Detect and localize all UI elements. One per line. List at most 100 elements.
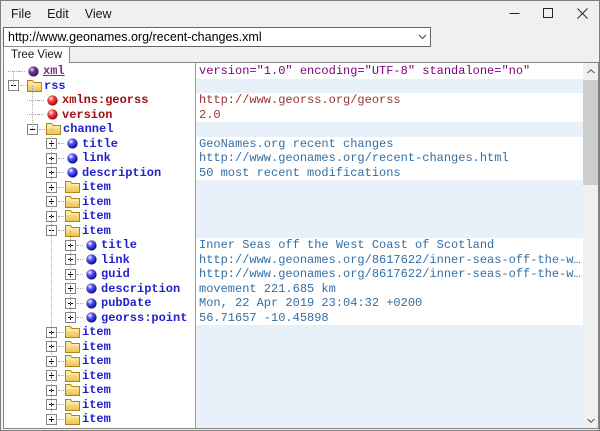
tree-row[interactable]: link — [4, 253, 195, 268]
tree-row[interactable]: item — [4, 354, 195, 369]
chevron-down-icon — [587, 418, 595, 423]
folder-icon — [65, 326, 80, 338]
maximize-button[interactable] — [531, 1, 565, 26]
connector-line — [58, 390, 64, 391]
folder-icon — [27, 80, 42, 92]
tree-row[interactable]: item — [4, 224, 195, 239]
tree-row[interactable]: item — [4, 369, 195, 384]
connector-line — [58, 332, 64, 333]
main-content: xmlrssxmlns:georssversionchanneltitlelin… — [3, 62, 599, 429]
connector-line — [19, 71, 25, 72]
node-label: georss:point — [101, 311, 187, 325]
folder-icon — [65, 370, 80, 382]
tree-row[interactable]: item — [4, 325, 195, 340]
connector-line — [77, 259, 83, 260]
tree-row[interactable]: description — [4, 282, 195, 297]
connector-line — [58, 404, 64, 405]
connector-line — [58, 419, 64, 420]
value-row: 56.71657 -10.45898 — [196, 311, 583, 326]
tree-row[interactable]: guid — [4, 267, 195, 282]
tree-row[interactable]: title — [4, 238, 195, 253]
tree-row[interactable]: item — [4, 383, 195, 398]
menu-bar: File Edit View — [1, 3, 120, 25]
connector-line — [77, 274, 83, 275]
vertical-scrollbar[interactable] — [583, 63, 598, 428]
url-combobox[interactable] — [3, 27, 431, 47]
scrollbar-thumb[interactable] — [583, 80, 598, 185]
value-row: http://www.geonames.org/8617622/inner-se… — [196, 267, 583, 282]
close-button[interactable] — [565, 1, 599, 26]
value-row — [196, 325, 583, 340]
menu-view[interactable]: View — [77, 3, 120, 25]
tree-connector-line — [70, 231, 72, 318]
folder-icon — [65, 196, 80, 208]
tree-row[interactable]: item — [4, 209, 195, 224]
tree-row[interactable]: item — [4, 412, 195, 427]
folder-icon — [65, 399, 80, 411]
tree-row[interactable]: georss:point — [4, 311, 195, 326]
connector-line — [58, 143, 64, 144]
scrollbar-track[interactable] — [583, 79, 598, 412]
value-row — [196, 412, 583, 427]
close-icon — [577, 8, 588, 19]
value-row — [196, 354, 583, 369]
scroll-up-button[interactable] — [583, 63, 598, 79]
url-input[interactable] — [4, 29, 414, 45]
value-row: Inner Seas off the West Coast of Scotlan… — [196, 238, 583, 253]
tree-row[interactable]: item — [4, 195, 195, 210]
value-row: 2.0 — [196, 108, 583, 123]
chevron-down-icon — [418, 34, 427, 40]
value-row — [196, 195, 583, 210]
node-label: item — [82, 180, 111, 194]
sphere-red-icon — [45, 109, 60, 120]
connector-line — [77, 303, 83, 304]
connector-line — [58, 230, 64, 231]
value-row — [196, 79, 583, 94]
node-label: item — [82, 195, 111, 209]
tree-row[interactable]: pubDate — [4, 296, 195, 311]
node-label: xml — [43, 64, 65, 78]
node-label: item — [82, 224, 111, 238]
sphere-blue-icon — [65, 153, 80, 164]
value-row — [196, 122, 583, 137]
node-label: channel — [63, 122, 113, 136]
menu-file[interactable]: File — [3, 3, 39, 25]
connector-line — [58, 158, 64, 159]
combobox-dropdown-button[interactable] — [414, 28, 430, 46]
scroll-down-button[interactable] — [583, 412, 598, 428]
connector-line — [77, 245, 83, 246]
tab-tree-view[interactable]: Tree View — [3, 46, 70, 63]
tree-row[interactable]: title — [4, 137, 195, 152]
sphere-blue-icon — [84, 312, 99, 323]
app-window: File Edit View Tree View xmlrssxmlns:geo… — [0, 0, 600, 431]
value-row: http://www.geonames.org/recent-changes.h… — [196, 151, 583, 166]
tree-row[interactable]: item — [4, 398, 195, 413]
value-row — [196, 369, 583, 384]
minimize-icon — [509, 8, 520, 19]
tree-pane: xmlrssxmlns:georssversionchanneltitlelin… — [4, 63, 195, 428]
sphere-purple-icon — [26, 66, 41, 77]
value-row: http://www.geonames.org/8617622/inner-se… — [196, 253, 583, 268]
node-label: rss — [44, 79, 66, 93]
tree-connector-line — [51, 129, 53, 419]
menu-edit[interactable]: Edit — [39, 3, 77, 25]
tree-row[interactable]: item — [4, 180, 195, 195]
sphere-blue-icon — [65, 167, 80, 178]
connector-line — [38, 100, 44, 101]
tree-row[interactable]: description — [4, 166, 195, 181]
tree-row[interactable]: link — [4, 151, 195, 166]
folder-icon — [65, 225, 80, 237]
node-label: item — [82, 412, 111, 426]
node-label: link — [82, 151, 111, 165]
node-label: link — [101, 253, 130, 267]
tree-row[interactable]: item — [4, 340, 195, 355]
caption-bar: File Edit View — [1, 1, 599, 26]
folder-icon — [65, 181, 80, 193]
connector-line — [38, 114, 44, 115]
node-label: item — [82, 209, 111, 223]
value-row: GeoNames.org recent changes — [196, 137, 583, 152]
value-row: Mon, 22 Apr 2019 23:04:32 +0200 — [196, 296, 583, 311]
node-label: description — [82, 166, 161, 180]
minimize-button[interactable] — [497, 1, 531, 26]
tree-row[interactable]: xml — [4, 64, 195, 79]
